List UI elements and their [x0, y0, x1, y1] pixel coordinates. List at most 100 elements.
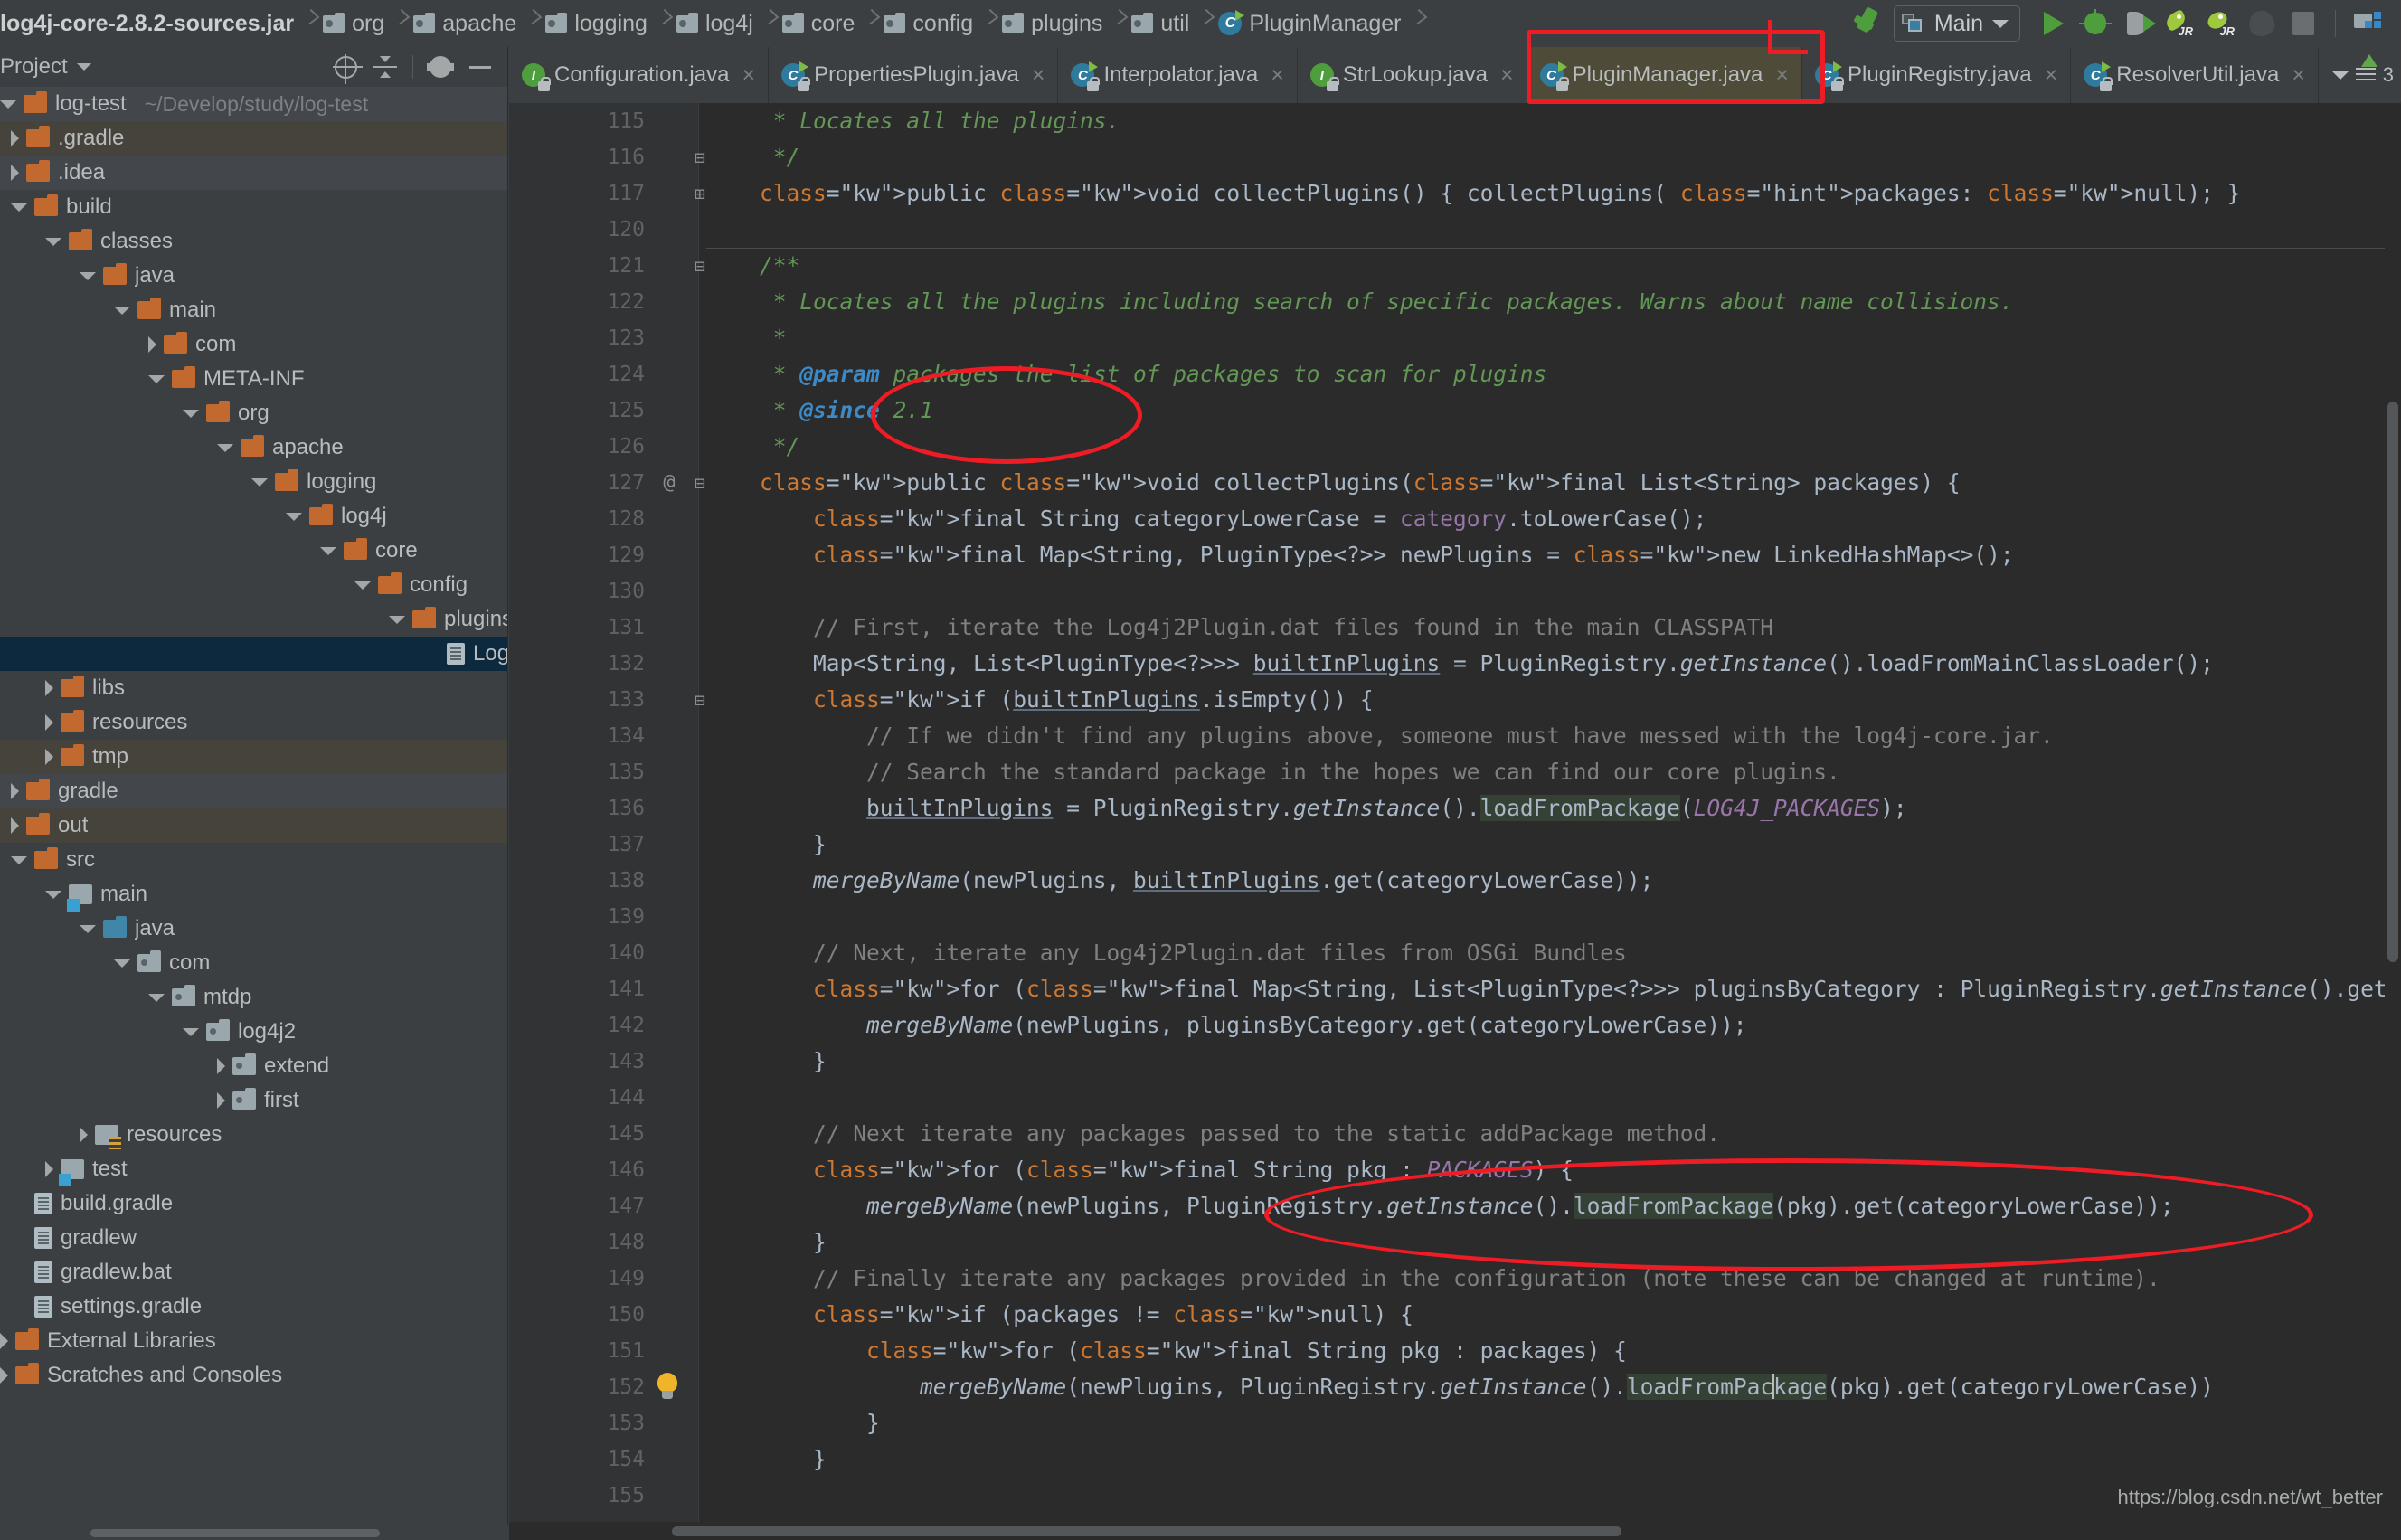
intention-bulb-icon[interactable] — [654, 1373, 681, 1402]
code-line[interactable]: 149 // Finally iterate any packages prov… — [509, 1261, 2401, 1297]
tree-node[interactable]: build.gradle — [0, 1186, 507, 1221]
breadcrumb-item-plugins[interactable]: plugins — [997, 0, 1111, 47]
tree-node[interactable]: gradle — [0, 774, 507, 808]
tree-node[interactable]: apache — [0, 430, 507, 465]
breadcrumb-item-core[interactable]: core — [777, 0, 865, 47]
close-icon[interactable]: × — [2292, 62, 2305, 89]
chevron-right-icon[interactable] — [0, 1333, 8, 1349]
code-line[interactable]: 121⊟ /** — [509, 248, 2401, 284]
breadcrumb-item-config[interactable]: config — [878, 0, 982, 47]
tree-node[interactable]: com — [0, 327, 507, 362]
tab-list-icon[interactable] — [2356, 68, 2376, 82]
tree-node[interactable]: log4j2 — [0, 1015, 507, 1049]
tree-node[interactable]: resources — [0, 705, 507, 740]
chevron-down-icon[interactable] — [11, 856, 27, 864]
tree-node[interactable]: src — [0, 843, 507, 877]
chevron-down-icon[interactable] — [217, 444, 233, 452]
chevron-down-icon[interactable] — [80, 272, 96, 280]
close-icon[interactable]: × — [2045, 62, 2058, 89]
chevron-right-icon[interactable] — [148, 336, 156, 353]
code-line[interactable]: 135 // Search the standard package in th… — [509, 754, 2401, 790]
code-line[interactable]: 137 } — [509, 827, 2401, 863]
code-line[interactable]: 139 — [509, 899, 2401, 935]
run-configuration-selector[interactable]: Main — [1894, 5, 2020, 42]
tree-node[interactable]: logging — [0, 465, 507, 499]
close-icon[interactable]: × — [1271, 62, 1284, 89]
editor-tab[interactable]: CPluginRegistry.java× — [1802, 47, 2071, 103]
code-line[interactable]: 130 — [509, 573, 2401, 609]
chevron-right-icon[interactable] — [11, 130, 19, 146]
tree-node[interactable]: java — [0, 259, 507, 293]
project-tree[interactable]: log-test~/Develop/study/log-test.gradle.… — [0, 87, 507, 1520]
sidebar-horizontal-scrollbar[interactable] — [0, 1526, 508, 1540]
close-icon[interactable]: × — [1500, 62, 1514, 89]
chevron-right-icon[interactable] — [217, 1092, 225, 1109]
code-line[interactable]: 142 mergeByName(newPlugins, pluginsByCat… — [509, 1007, 2401, 1044]
tree-node[interactable]: first — [0, 1083, 507, 1118]
code-line[interactable]: 127@⊟ class="kw">public class="kw">void … — [509, 465, 2401, 501]
code-line[interactable]: 145 // Next iterate any packages passed … — [509, 1116, 2401, 1152]
editor-horizontal-scrollbar[interactable] — [509, 1522, 2385, 1540]
chevron-right-icon[interactable] — [45, 680, 53, 696]
tree-node[interactable]: resources — [0, 1118, 507, 1152]
code-line[interactable]: 117⊞ class="kw">public class="kw">void c… — [509, 175, 2401, 212]
tree-node[interactable]: mtdp — [0, 980, 507, 1015]
chevron-right-icon[interactable] — [45, 714, 53, 731]
code-line[interactable]: 147 mergeByName(newPlugins, PluginRegist… — [509, 1188, 2401, 1224]
tree-node[interactable]: gradlew.bat — [0, 1255, 507, 1290]
tree-node[interactable]: config — [0, 568, 507, 602]
tree-node[interactable]: log-test~/Develop/study/log-test — [0, 87, 507, 121]
chevron-down-icon[interactable] — [11, 203, 27, 212]
editor-tab[interactable]: CResolverUtil.java× — [2071, 47, 2319, 103]
debug-button[interactable] — [2075, 3, 2116, 44]
chevron-right-icon[interactable] — [11, 165, 19, 181]
chevron-right-icon[interactable] — [11, 783, 19, 799]
select-opened-file-button[interactable] — [327, 49, 364, 85]
jrebel-run-button[interactable]: JR — [2158, 3, 2199, 44]
chevron-down-icon[interactable] — [114, 307, 130, 315]
hide-panel-button[interactable] — [462, 49, 498, 85]
chevron-down-icon[interactable] — [320, 547, 336, 555]
code-line[interactable]: 125 * @since 2.1 — [509, 392, 2401, 429]
chevron-down-icon[interactable] — [45, 238, 61, 246]
tree-node[interactable]: com — [0, 946, 507, 980]
collapse-all-button[interactable] — [367, 49, 403, 85]
chevron-right-icon[interactable] — [11, 817, 19, 834]
code-line[interactable]: 153 } — [509, 1405, 2401, 1441]
breadcrumb-item-logging[interactable]: logging — [540, 0, 657, 47]
close-icon[interactable]: × — [1775, 62, 1789, 89]
code-line[interactable]: 144 — [509, 1080, 2401, 1116]
code-line[interactable]: 150 class="kw">if (packages != class="kw… — [509, 1297, 2401, 1333]
breadcrumb-item-util[interactable]: util — [1126, 0, 1198, 47]
close-icon[interactable]: × — [1032, 62, 1045, 89]
tree-node[interactable]: Scratches and Consoles — [0, 1358, 507, 1393]
chevron-down-icon[interactable] — [0, 100, 16, 109]
code-line[interactable]: 126 */ — [509, 429, 2401, 465]
tree-node[interactable]: libs — [0, 671, 507, 705]
code-line[interactable]: 133⊟ class="kw">if (builtInPlugins.isEmp… — [509, 682, 2401, 718]
code-line[interactable]: 120 — [509, 212, 2401, 248]
tree-node[interactable]: .idea — [0, 156, 507, 190]
tree-node[interactable]: .gradle — [0, 121, 507, 156]
code-line[interactable]: 140 // Next, iterate any Log4j2Plugin.da… — [509, 935, 2401, 971]
chevron-down-icon[interactable] — [183, 410, 199, 418]
source-code[interactable]: 115 * Locates all the plugins.116⊟ */117… — [509, 103, 2401, 1540]
tree-node[interactable]: plugins — [0, 602, 507, 637]
close-icon[interactable]: × — [742, 62, 755, 89]
chevron-right-icon[interactable] — [45, 1161, 53, 1177]
chevron-down-icon[interactable] — [286, 513, 302, 521]
scrollbar-thumb[interactable] — [90, 1529, 380, 1537]
code-line[interactable]: 123 * — [509, 320, 2401, 356]
settings-button[interactable] — [422, 49, 458, 85]
editor-tab[interactable]: IConfiguration.java× — [509, 47, 769, 103]
code-line[interactable]: 124 * @param packages the list of packag… — [509, 356, 2401, 392]
tree-node[interactable]: build — [0, 190, 507, 224]
tree-node[interactable]: META-INF — [0, 362, 507, 396]
tree-node[interactable]: classes — [0, 224, 507, 259]
project-structure-button[interactable] — [2347, 3, 2388, 44]
chevron-down-icon[interactable] — [114, 959, 130, 968]
chevron-down-icon[interactable] — [80, 925, 96, 933]
editor-tab[interactable]: CInterpolator.java× — [1058, 47, 1297, 103]
chevron-down-icon[interactable] — [77, 63, 91, 71]
breadcrumb-item-org[interactable]: org — [317, 0, 393, 47]
